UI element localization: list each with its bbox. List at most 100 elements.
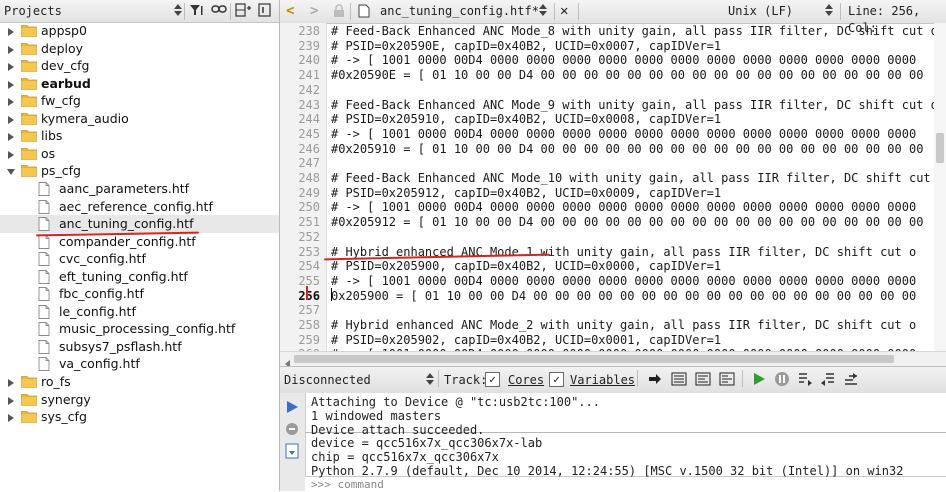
chevron-right-icon[interactable]	[6, 60, 16, 72]
chevron-right-icon[interactable]	[6, 78, 16, 89]
tree-file-item[interactable]: anc_tuning_config.htf	[0, 215, 279, 233]
tree-item-label: aec_reference_config.htf	[59, 198, 213, 214]
console-run-icon[interactable]	[285, 399, 299, 419]
tree-file-item[interactable]: cvc_config.htf	[0, 250, 279, 268]
chevron-right-icon[interactable]	[6, 394, 16, 405]
code-line[interactable]: #0x205912 = [ 01 10 00 00 D4 00 00 00 00…	[331, 215, 923, 230]
code-line[interactable]: # Feed-Back Enhanced ANC Mode_8 with uni…	[331, 24, 938, 39]
scrollbar-thumb[interactable]	[294, 355, 894, 363]
run-icon[interactable]	[751, 371, 767, 387]
close-document-icon[interactable]: ✕	[560, 3, 568, 20]
code-line[interactable]: # -> [ 1001 0000 00D4 0000 0000 0000 000…	[331, 127, 916, 142]
step-into-icon[interactable]	[671, 371, 687, 387]
code-line[interactable]: # PSID=0x205900, capID=0x40B2, UCID=0x00…	[331, 259, 721, 274]
tree-folder-item[interactable]: deploy	[0, 40, 279, 58]
chevron-right-icon[interactable]	[6, 130, 16, 142]
file-selector-spinner-icon[interactable]	[538, 3, 548, 22]
code-line[interactable]: # PSID=0x205912, capID=0x40B2, UCID=0x00…	[331, 186, 721, 201]
code-line[interactable]: # PSID=0x20590E, capID=0x40B2, UCID=0x00…	[331, 39, 721, 54]
scrollbar-thumb[interactable]	[936, 133, 944, 163]
tree-file-item[interactable]: va_config.htf	[0, 355, 279, 373]
console-output-line: 1 windowed masters	[311, 409, 442, 423]
attach-arrow-icon[interactable]	[647, 371, 663, 387]
tree-folder-item[interactable]: kymera_audio	[0, 110, 279, 128]
tree-folder-item[interactable]: ps_cfg	[0, 162, 279, 180]
folder-icon	[21, 59, 37, 72]
tree-file-item[interactable]: aec_reference_config.htf	[0, 198, 279, 216]
code-line[interactable]: # Feed-Back Enhanced ANC Mode_9 with uni…	[331, 98, 938, 113]
link-icon[interactable]	[211, 3, 227, 19]
tree-folder-item[interactable]: sys_cfg	[0, 408, 279, 426]
editor-vertical-scrollbar[interactable]	[934, 23, 946, 351]
tree-folder-item[interactable]: fw_cfg	[0, 92, 279, 110]
status-spinner-icon[interactable]	[425, 372, 435, 390]
step-instruction-icon[interactable]	[797, 371, 813, 387]
file-icon	[38, 304, 54, 319]
split-add-icon[interactable]	[235, 3, 251, 19]
code-line[interactable]: # Feed-Back Enhanced ANC Mode_10 with un…	[331, 171, 931, 186]
tree-file-item[interactable]: subsys7_psflash.htf	[0, 338, 279, 356]
line-number: 249	[298, 185, 320, 200]
tree-folder-item[interactable]: dev_cfg	[0, 57, 279, 75]
code-line[interactable]: # PSID=0x205902, capID=0x40B2, UCID=0x00…	[331, 333, 721, 348]
chevron-right-icon[interactable]	[6, 376, 16, 387]
chevron-right-icon[interactable]	[6, 95, 16, 107]
tree-item-label: eft_tuning_config.htf	[59, 268, 188, 284]
line-ending-selector[interactable]: Unix (LF)	[728, 3, 793, 20]
line-number: 244	[298, 112, 320, 127]
chevron-down-icon[interactable]	[6, 165, 16, 176]
code-line[interactable]: #0x205910 = [ 01 10 00 00 D4 00 00 00 00…	[331, 142, 923, 157]
console-clear-icon[interactable]	[285, 421, 299, 440]
chevron-right-icon[interactable]	[6, 148, 16, 159]
reset-icon[interactable]	[843, 371, 859, 387]
open-file-name[interactable]: anc_tuning_config.htf*	[380, 3, 539, 20]
tree-item-label: le_config.htf	[59, 303, 136, 319]
tree-folder-item[interactable]: ro_fs	[0, 373, 279, 391]
chevron-right-icon[interactable]	[6, 113, 16, 124]
chevron-right-icon[interactable]	[6, 43, 16, 54]
pause-icon[interactable]	[774, 371, 790, 387]
text-caret	[331, 288, 332, 301]
code-line[interactable]: #0x20590E = [ 01 10 00 00 D4 00 00 00 00…	[331, 68, 923, 83]
code-line[interactable]: # -> [ 1001 0000 00D4 0000 0000 0000 000…	[331, 274, 916, 289]
forward-arrow-icon[interactable]: >	[310, 3, 318, 20]
folder-icon	[21, 42, 37, 55]
projects-panel: Projects appsp0 deploy dev_cfg earbud fw_cfg…	[0, 0, 280, 491]
code-line[interactable]: # Hybrid enhanced ANC Mode_2 with unity …	[331, 318, 916, 333]
cores-checkbox[interactable]: ✓	[485, 372, 500, 387]
folder-icon	[21, 77, 37, 90]
tree-file-item[interactable]: aanc_parameters.htf	[0, 180, 279, 198]
tree-file-item[interactable]: le_config.htf	[0, 303, 279, 321]
close-panel-icon[interactable]	[257, 3, 273, 19]
line-number: 251	[298, 215, 320, 230]
tree-folder-item[interactable]: synergy	[0, 391, 279, 409]
chevron-right-icon[interactable]	[6, 25, 16, 36]
tree-folder-item[interactable]: appsp0	[0, 22, 279, 40]
code-line[interactable]: 0x205900 = [ 01 10 00 00 D4 00 00 00 00 …	[331, 289, 916, 304]
console-script-icon[interactable]	[285, 443, 299, 463]
step-out-icon[interactable]	[719, 371, 735, 387]
step-over-icon[interactable]	[695, 371, 711, 387]
editor-horizontal-scrollbar[interactable]	[280, 351, 946, 368]
tree-folder-item[interactable]: os	[0, 145, 279, 163]
chevron-right-icon[interactable]	[6, 411, 16, 423]
step-back-icon[interactable]	[820, 371, 836, 387]
variables-label[interactable]: Variables	[570, 372, 635, 388]
code-line[interactable]: # -> [ 1001 0000 00D4 0000 0000 0000 000…	[331, 53, 916, 68]
line-number: 256	[298, 288, 320, 303]
tree-folder-item[interactable]: libs	[0, 127, 279, 145]
back-arrow-icon[interactable]: <	[286, 3, 294, 20]
console-command-input[interactable]: >>> command	[305, 476, 946, 492]
tree-file-item[interactable]: music_processing_config.htf	[0, 320, 279, 338]
tree-file-item[interactable]: eft_tuning_config.htf	[0, 268, 279, 286]
code-line[interactable]: # -> [ 1001 0000 00D4 0000 0000 0000 000…	[331, 200, 916, 215]
line-ending-spinner-icon[interactable]	[824, 3, 834, 22]
filter-icon[interactable]	[189, 3, 205, 19]
tree-item-label: fw_cfg	[41, 93, 81, 109]
variables-checkbox[interactable]: ✓	[549, 372, 564, 387]
tree-file-item[interactable]: fbc_config.htf	[0, 285, 279, 303]
code-line[interactable]: # PSID=0x205910, capID=0x40B2, UCID=0x00…	[331, 112, 721, 127]
cores-label[interactable]: Cores	[508, 372, 544, 388]
code-editor[interactable]: # Feed-Back Enhanced ANC Mode_8 with uni…	[327, 23, 946, 351]
tree-folder-item[interactable]: earbud	[0, 75, 279, 93]
